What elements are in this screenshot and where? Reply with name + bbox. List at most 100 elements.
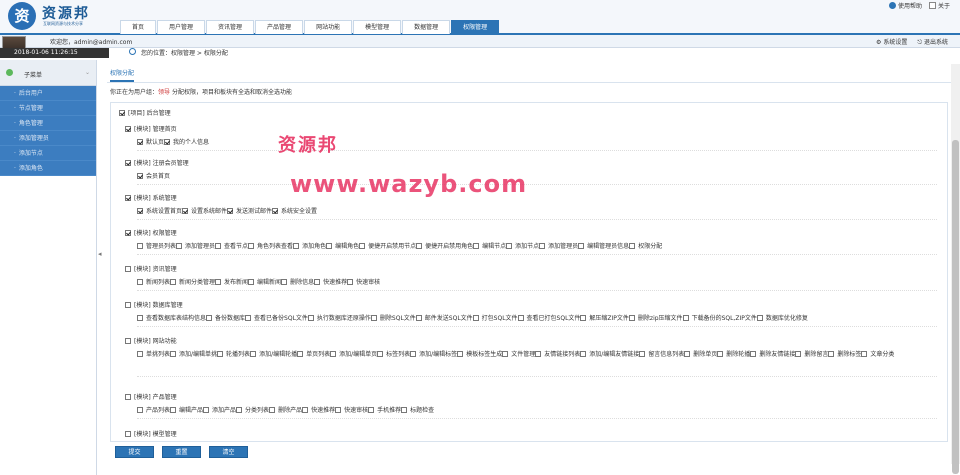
nav-item-2[interactable]: 资讯管理: [206, 20, 255, 34]
perm-item[interactable]: 默认页: [137, 139, 164, 146]
module-checkbox-1[interactable]: [125, 160, 131, 166]
sidebar-item-0[interactable]: 后台用户: [0, 86, 96, 101]
perm-item[interactable]: 删除产品: [269, 407, 302, 414]
perm-checkbox[interactable]: [473, 243, 480, 249]
nav-item-1[interactable]: 用户管理: [157, 20, 206, 34]
module-checkbox-0[interactable]: [125, 126, 131, 132]
perm-item[interactable]: 管理员列表: [137, 243, 176, 250]
module-checkbox-7[interactable]: [125, 394, 131, 400]
help-link[interactable]: 使用帮助: [888, 1, 922, 10]
module-checkbox-label-2[interactable]: [模块] 系统管理: [125, 193, 177, 202]
root-checkbox-label[interactable]: [项目] 后台管理: [119, 108, 171, 117]
nav-item-7[interactable]: 权限管理: [451, 20, 500, 34]
perm-item[interactable]: 发布新闻: [215, 279, 248, 286]
perm-item[interactable]: 编辑管理员信息: [578, 243, 629, 250]
perm-checkbox[interactable]: [137, 315, 143, 321]
perm-item[interactable]: 单页列表: [297, 351, 330, 358]
perm-item[interactable]: 角色列表查看: [248, 243, 293, 250]
perm-checkbox[interactable]: [682, 315, 689, 321]
perm-item[interactable]: 权限分配: [629, 243, 662, 250]
perm-checkbox[interactable]: [368, 407, 375, 413]
perm-item[interactable]: 文章分类: [861, 351, 894, 358]
perm-item[interactable]: 文件管理: [502, 351, 535, 358]
perm-item[interactable]: 系统设置首页: [137, 208, 182, 215]
sidebar-item-5[interactable]: 添加角色: [0, 161, 96, 176]
perm-item[interactable]: 新闻分类管理: [170, 279, 215, 286]
perm-checkbox[interactable]: [307, 315, 314, 321]
perm-checkbox[interactable]: [517, 315, 524, 321]
perm-item[interactable]: 打包SQL文件: [472, 315, 518, 322]
perm-checkbox[interactable]: [272, 208, 279, 214]
nav-item-5[interactable]: 模型管理: [353, 20, 402, 34]
perm-item[interactable]: 快速推荐: [302, 407, 335, 414]
perm-checkbox[interactable]: [415, 315, 422, 321]
perm-checkbox[interactable]: [750, 351, 757, 357]
perm-item[interactable]: 便捷开启禁用节点: [359, 243, 416, 250]
perm-checkbox[interactable]: [297, 351, 304, 357]
perm-item[interactable]: 邮件发送SQL文件: [415, 315, 473, 322]
perm-item[interactable]: 快速审核: [335, 407, 368, 414]
perm-checkbox[interactable]: [227, 208, 234, 214]
system-settings-link[interactable]: ⚙ 系统设置: [876, 37, 907, 47]
perm-item[interactable]: 标签列表: [377, 351, 410, 358]
perm-checkbox[interactable]: [281, 279, 288, 285]
perm-checkbox[interactable]: [170, 351, 177, 357]
module-checkbox-label-7[interactable]: [模块] 产品管理: [125, 392, 177, 401]
perm-item[interactable]: 系统安全设置: [272, 208, 317, 215]
perm-checkbox[interactable]: [215, 279, 222, 285]
submit-button[interactable]: 提交: [115, 446, 154, 458]
perm-item[interactable]: 备份数据库: [206, 315, 245, 322]
perm-item[interactable]: 删除单页: [684, 351, 717, 358]
perm-item[interactable]: 查看已打包SQL文件: [517, 315, 580, 322]
perm-item[interactable]: 数据库优化修复: [756, 315, 808, 322]
perm-item[interactable]: 查看已备份SQL文件: [245, 315, 308, 322]
perm-item[interactable]: 删除SQL文件: [370, 315, 416, 322]
perm-item[interactable]: 下载备份的SQL,ZIP文件: [682, 315, 757, 322]
perm-item[interactable]: 查看节点: [215, 243, 248, 250]
nav-item-6[interactable]: 数据管理: [402, 20, 451, 34]
nav-item-0[interactable]: 首页: [120, 20, 157, 34]
perm-item[interactable]: 删除友情链接: [750, 351, 795, 358]
nav-item-4[interactable]: 网站功能: [304, 20, 353, 34]
perm-checkbox[interactable]: [250, 351, 257, 357]
module-checkbox-6[interactable]: [125, 338, 131, 344]
perm-item[interactable]: 删除轮播: [717, 351, 750, 358]
perm-item[interactable]: 查看数据库表结构信息: [137, 315, 206, 322]
perm-checkbox[interactable]: [170, 407, 177, 413]
module-checkbox-2[interactable]: [125, 195, 131, 201]
perm-item[interactable]: 便捷开启禁用角色: [416, 243, 473, 250]
perm-item[interactable]: 友情链接列表: [535, 351, 580, 358]
perm-checkbox[interactable]: [314, 279, 321, 285]
perm-checkbox[interactable]: [137, 351, 143, 357]
module-checkbox-label-4[interactable]: [模块] 资讯管理: [125, 264, 177, 273]
perm-checkbox[interactable]: [401, 407, 408, 413]
scrollbar[interactable]: [951, 64, 960, 474]
perm-checkbox[interactable]: [539, 243, 546, 249]
perm-item[interactable]: 删除标签: [828, 351, 861, 358]
tab-permission-assign[interactable]: 权限分配: [110, 68, 135, 82]
perm-checkbox[interactable]: [756, 315, 763, 321]
perm-checkbox[interactable]: [137, 139, 143, 145]
perm-checkbox[interactable]: [717, 351, 724, 357]
perm-checkbox[interactable]: [137, 243, 143, 249]
sidebar-item-4[interactable]: 添加节点: [0, 146, 96, 161]
sidebar-item-2[interactable]: 角色管理: [0, 116, 96, 131]
perm-item[interactable]: 我的个人信息: [164, 139, 209, 146]
perm-item[interactable]: 添加角色: [293, 243, 326, 250]
module-checkbox-label-0[interactable]: [模块] 管理首页: [111, 124, 947, 133]
logout-link[interactable]: ⎋ 退出系统: [917, 37, 948, 47]
perm-checkbox[interactable]: [502, 351, 509, 357]
perm-item[interactable]: 留言信息列表: [639, 351, 684, 358]
perm-checkbox[interactable]: [684, 351, 691, 357]
sidebar-header[interactable]: 子菜单 ⌄: [0, 60, 96, 86]
module-checkbox-label-1[interactable]: [模块] 注册会员管理: [125, 158, 189, 167]
clear-button[interactable]: 清空: [209, 446, 248, 458]
perm-checkbox[interactable]: [472, 315, 479, 321]
perm-checkbox[interactable]: [137, 407, 143, 413]
perm-item[interactable]: 编辑角色: [326, 243, 359, 250]
module-checkbox-label-5[interactable]: [模块] 数据库管理: [125, 300, 183, 309]
perm-checkbox[interactable]: [330, 351, 337, 357]
about-link[interactable]: 关于: [928, 1, 950, 10]
perm-item[interactable]: 手机推荐: [368, 407, 401, 414]
module-checkbox-label-3[interactable]: [模块] 权限管理: [125, 228, 177, 237]
